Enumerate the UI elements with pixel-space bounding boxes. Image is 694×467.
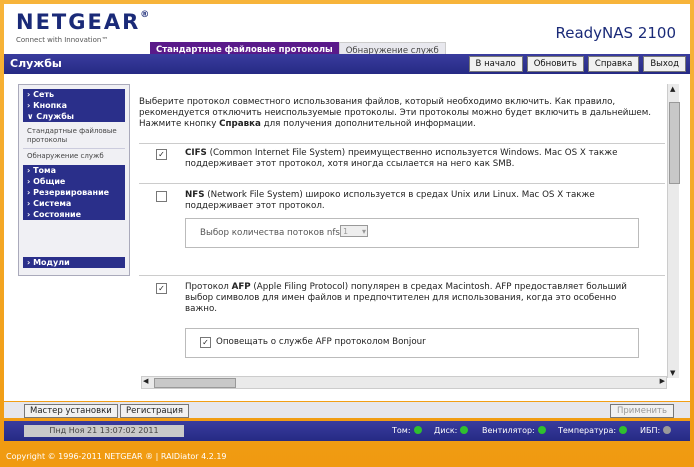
tagline: Connect with Innovation™ <box>16 36 109 44</box>
refresh-button[interactable]: Обновить <box>526 56 584 72</box>
scroll-up-icon[interactable]: ▲ <box>670 85 675 93</box>
sidebar-item-shares[interactable]: › Общие <box>23 176 125 187</box>
status-temperature[interactable]: Температура: <box>558 426 628 436</box>
apply-button[interactable]: Применить <box>610 404 674 418</box>
scroll-right-icon[interactable]: ▶ <box>660 377 665 385</box>
afp-bonjour-box: ✓ Оповещать о службе AFP протоколом Bonj… <box>185 328 639 358</box>
registration-button[interactable]: Регистрация <box>120 404 189 418</box>
scroll-thumb[interactable] <box>669 102 680 184</box>
status-bar: Пнд Ноя 21 13:07:02 2011 Том: Диск: Вент… <box>4 421 690 441</box>
footer-copyright: Copyright © 1996-2011 NETGEAR ® | RAIDia… <box>6 452 227 461</box>
status-disk[interactable]: Диск: <box>434 426 469 436</box>
afp-checkbox[interactable]: ✓ <box>156 283 167 294</box>
chevron-right-icon: › <box>27 101 31 110</box>
sidebar-sub-service-discovery[interactable]: Обнаружение служб <box>23 149 125 164</box>
sidebar-item-addons[interactable]: › Модули <box>23 257 125 268</box>
chevron-right-icon: › <box>27 90 31 99</box>
nav-group-top: › Сеть › Кнопка ∨ Службы <box>23 89 125 122</box>
page-title: Службы <box>10 57 62 70</box>
status-led-icon <box>663 426 672 434</box>
status-ups[interactable]: ИБП: <box>640 426 672 436</box>
cifs-checkbox[interactable]: ✓ <box>156 149 167 160</box>
content-panel: Выберите протокол совместного использова… <box>137 88 665 380</box>
header: NETGEAR® Connect with Innovation™ ReadyN… <box>4 4 690 59</box>
scroll-down-icon[interactable]: ▼ <box>670 369 675 377</box>
sidebar-item-button[interactable]: › Кнопка <box>23 100 125 111</box>
netgear-logo: NETGEAR® Connect with Innovation™ <box>16 10 152 44</box>
bonjour-label: Оповещать о службе AFP протоколом Bonjou… <box>216 337 426 347</box>
help-button[interactable]: Справка <box>587 56 640 72</box>
datetime-display: Пнд Ноя 21 13:07:02 2011 <box>24 425 184 437</box>
vertical-scrollbar[interactable]: ▲ ▼ <box>667 84 680 378</box>
nav-sub: Стандартные файловые протоколы Обнаружен… <box>23 124 125 164</box>
product-name: ReadyNAS 2100 <box>555 24 676 42</box>
scroll-left-icon[interactable]: ◀ <box>143 377 148 385</box>
status-led-icon <box>413 426 422 434</box>
status-fan[interactable]: Вентилятор: <box>482 426 546 436</box>
chevron-right-icon: › <box>27 199 31 208</box>
chevron-right-icon: › <box>27 188 31 197</box>
chevron-right-icon: › <box>27 177 31 186</box>
bonjour-checkbox[interactable]: ✓ <box>200 337 211 348</box>
status-led-icon <box>460 426 469 434</box>
nfs-description: NFS (Network File System) широко использ… <box>185 190 595 211</box>
sidebar-item-backup[interactable]: › Резервирование <box>23 187 125 198</box>
sidebar-sub-standard-protocols[interactable]: Стандартные файловые протоколы <box>23 124 125 149</box>
sidebar-item-network[interactable]: › Сеть <box>23 89 125 100</box>
top-buttons: В начало Обновить Справка Выход <box>468 56 686 72</box>
horizontal-scrollbar[interactable]: ◀ ▶ <box>141 376 667 389</box>
setup-wizard-button[interactable]: Мастер установки <box>24 404 118 418</box>
main-body: › Сеть › Кнопка ∨ Службы Стандартные фай… <box>4 74 690 401</box>
sidebar-item-status[interactable]: › Состояние <box>23 209 125 220</box>
nav-group-addons: › Модули <box>23 257 125 268</box>
logout-button[interactable]: Выход <box>643 56 686 72</box>
bottom-bar: Мастер установки Регистрация Применить <box>4 402 690 418</box>
hscroll-thumb[interactable] <box>154 378 236 388</box>
cifs-section: ✓ CIFS (Common Internet File System) пре… <box>139 143 665 184</box>
afp-section: ✓ Протокол AFP (Apple Filing Protocol) п… <box>139 275 665 380</box>
nfs-section: NFS (Network File System) широко использ… <box>139 183 665 276</box>
chevron-right-icon: › <box>27 258 31 267</box>
title-bar: Службы В начало Обновить Справка Выход <box>4 54 690 74</box>
sidebar-item-system[interactable]: › Система <box>23 198 125 209</box>
chevron-right-icon: › <box>27 166 31 175</box>
home-button[interactable]: В начало <box>468 56 523 72</box>
sidebar-item-volumes[interactable]: › Тома <box>23 165 125 176</box>
afp-description: Протокол AFP (Apple Filing Protocol) поп… <box>185 282 627 314</box>
chevron-down-icon: ▾ <box>361 227 366 236</box>
nfs-checkbox[interactable] <box>156 191 167 202</box>
chevron-right-icon: › <box>27 210 31 219</box>
sidebar-item-services[interactable]: ∨ Службы <box>23 111 125 122</box>
sidebar: › Сеть › Кнопка ∨ Службы Стандартные фай… <box>18 84 130 276</box>
cifs-description: CIFS (Common Internet File System) преим… <box>185 148 618 169</box>
nfs-threads-select[interactable]: 1 ▾ <box>340 225 368 237</box>
status-led-icon <box>537 426 546 434</box>
chevron-down-icon: ∨ <box>27 112 34 121</box>
status-volume[interactable]: Том: <box>392 426 422 436</box>
intro-text: Выберите протокол совместного использова… <box>139 97 652 129</box>
nfs-threads-label: Выбор количества потоков nfs: <box>200 228 343 238</box>
nfs-threads-box: Выбор количества потоков nfs: 1 ▾ <box>185 218 639 248</box>
nav-group-bottom: › Тома › Общие › Резервирование › Систем… <box>23 165 125 220</box>
status-led-icon <box>619 426 628 434</box>
